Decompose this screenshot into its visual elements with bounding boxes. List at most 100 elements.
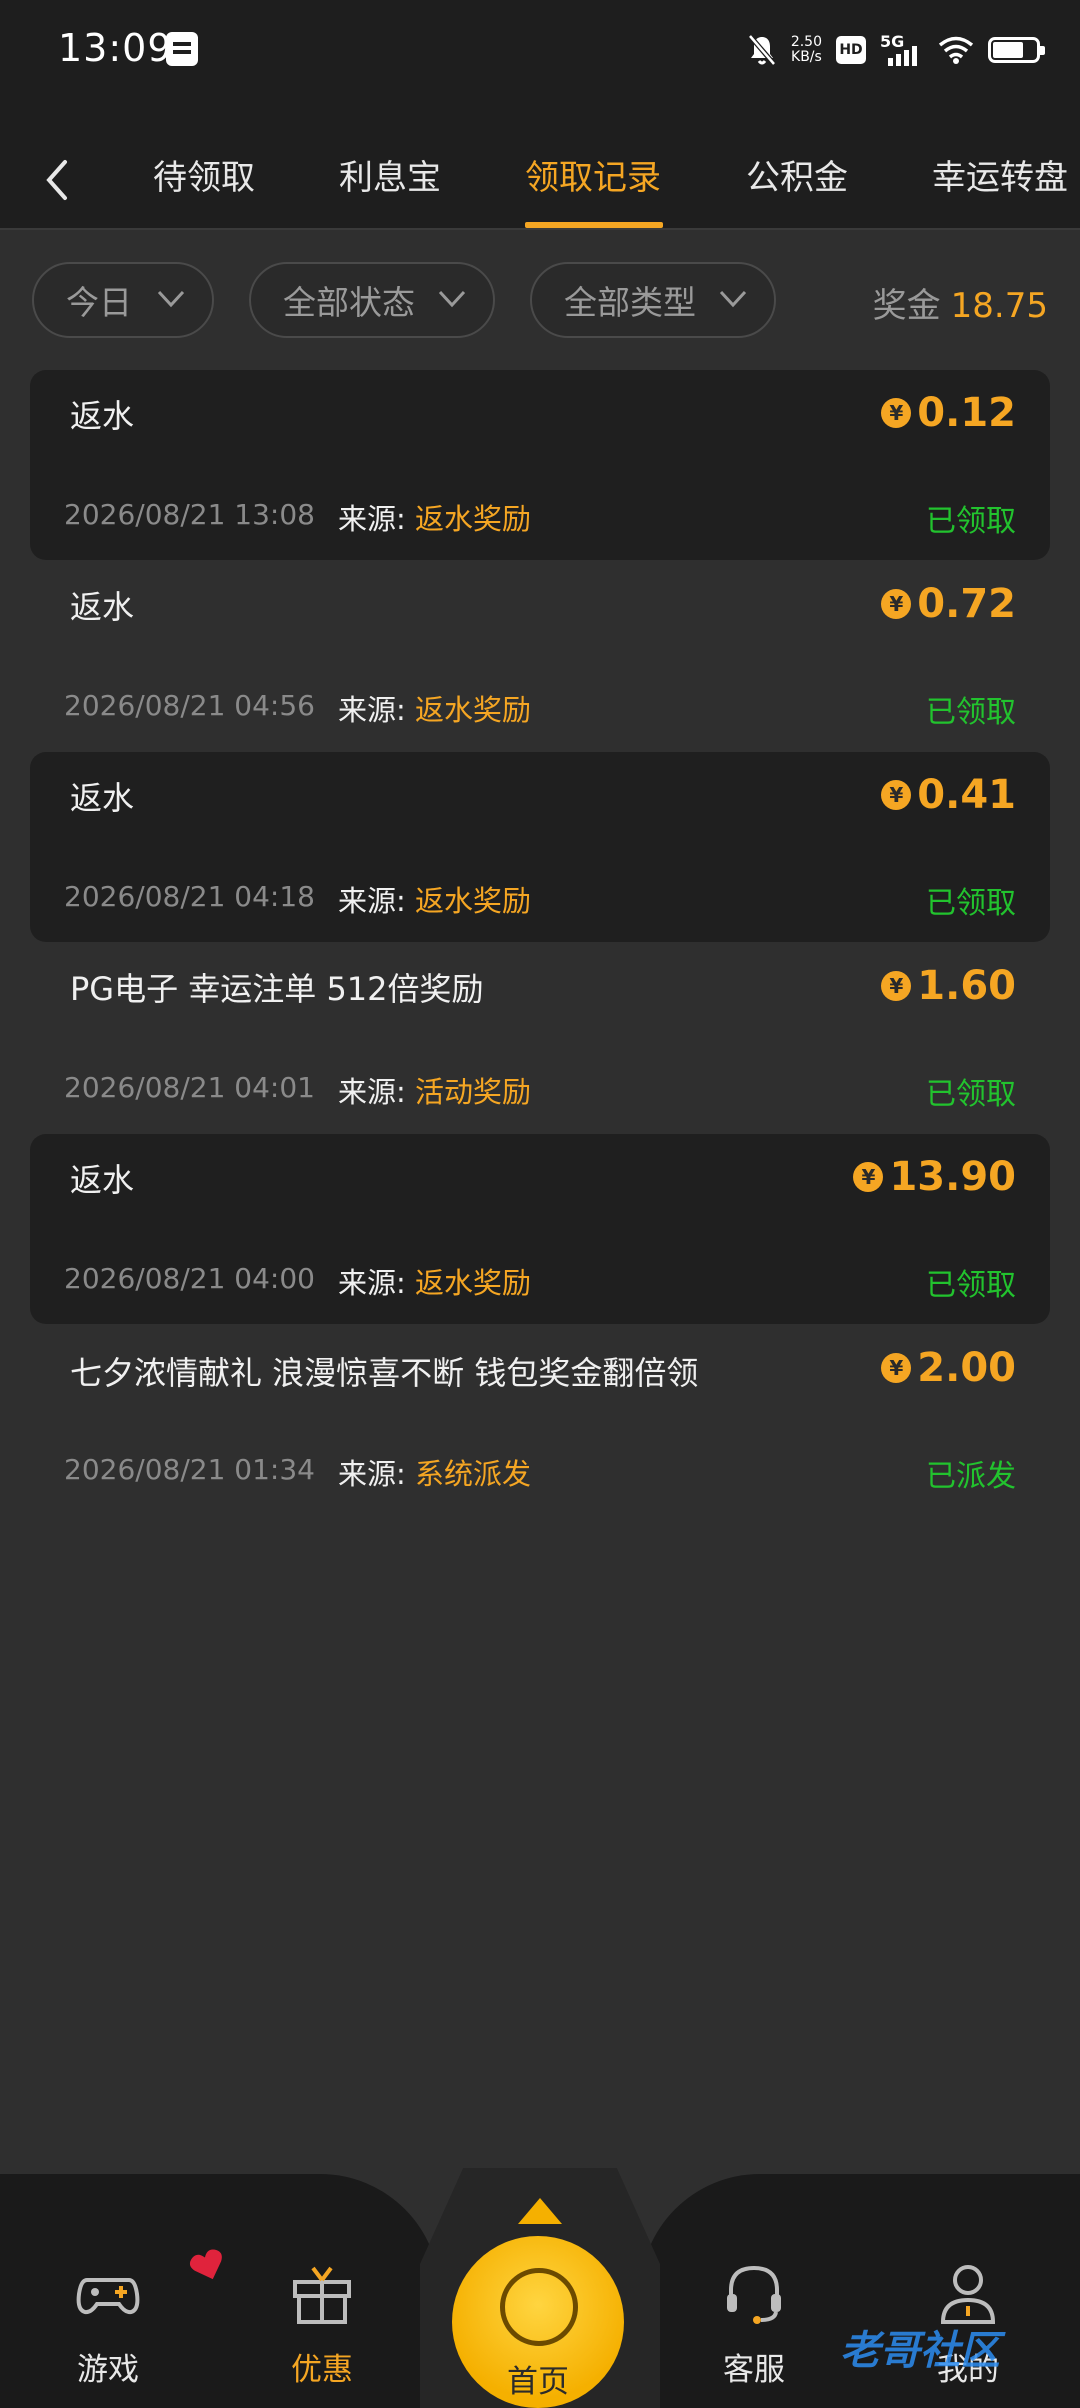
nav-games-label: 游戏 (77, 2352, 139, 2388)
record-item[interactable]: 返水 ¥0.12 2026/08/21 13:08 来源: 返水奖励 已领取 (30, 370, 1050, 560)
record-title: 返水 (70, 1161, 135, 1199)
record-item[interactable]: PG电子 幸运注单 512倍奖励 ¥1.60 2026/08/21 04:01 … (30, 943, 1050, 1133)
record-date: 2026/08/21 04:01 (64, 1071, 315, 1104)
source-label: 来源: (338, 1457, 406, 1491)
status-filter[interactable]: 全部状态 (249, 262, 495, 338)
active-tab-indicator (525, 222, 663, 228)
bell-muted-icon (747, 34, 776, 66)
record-amount: ¥0.41 (881, 772, 1016, 818)
status-icons: 2.50 KB/s HD 5G (747, 28, 1045, 72)
watermark: 老哥社区 (840, 2328, 1000, 2374)
source-value: 返水奖励 (415, 502, 532, 536)
record-source: 来源: 活动奖励 (338, 1069, 531, 1111)
record-date: 2026/08/21 04:56 (64, 689, 315, 722)
hd-icon: HD (836, 36, 866, 64)
sim-icon (166, 32, 198, 66)
chevron-left-icon (46, 160, 67, 200)
source-value: 系统派发 (415, 1457, 532, 1491)
record-amount-value: 13.90 (889, 1154, 1016, 1200)
type-filter[interactable]: 全部类型 (530, 262, 776, 338)
record-amount: ¥0.12 (881, 390, 1016, 436)
date-filter-label: 今日 (66, 283, 132, 322)
chevron-down-icon (719, 290, 747, 308)
record-amount-value: 1.60 (917, 963, 1016, 1009)
source-value: 活动奖励 (415, 1075, 532, 1109)
source-value: 返水奖励 (415, 884, 532, 918)
record-amount: ¥13.90 (853, 1154, 1016, 1200)
record-amount: ¥2.00 (881, 1345, 1016, 1391)
source-label: 来源: (338, 1266, 406, 1300)
record-status: 已领取 (926, 1268, 1016, 1303)
gift-icon (293, 2266, 351, 2324)
record-status: 已领取 (926, 886, 1016, 921)
record-date: 2026/08/21 13:08 (64, 498, 315, 531)
tab-lucky-wheel[interactable]: 幸运转盘 (932, 150, 1068, 199)
record-status: 已派发 (926, 1459, 1016, 1494)
tab-pending[interactable]: 待领取 (153, 150, 255, 199)
date-filter[interactable]: 今日 (32, 262, 214, 338)
nav-games[interactable]: 游戏 (48, 2258, 168, 2389)
source-label: 来源: (338, 1075, 406, 1109)
record-title: 返水 (70, 779, 135, 817)
net-speed: 2.50 KB/s (791, 35, 822, 65)
tab-interest[interactable]: 利息宝 (339, 150, 441, 199)
bonus-value: 18.75 (950, 286, 1048, 326)
yuan-coin-icon: ¥ (853, 1162, 884, 1192)
record-status: 已领取 (926, 695, 1016, 730)
record-date: 2026/08/21 04:18 (64, 880, 315, 913)
tab-nav: 待领取 利息宝 领取记录 公积金 幸运转盘 (0, 130, 1080, 230)
gamepad-icon (76, 2278, 140, 2315)
record-date: 2026/08/21 04:00 (64, 1262, 315, 1295)
source-label: 来源: (338, 884, 406, 918)
bonus-total: 奖金 18.75 (873, 278, 1048, 327)
source-value: 返水奖励 (415, 1266, 532, 1300)
chevron-down-icon (438, 290, 466, 308)
yuan-coin-icon: ¥ (881, 780, 912, 810)
record-item[interactable]: 返水 ¥0.41 2026/08/21 04:18 来源: 返水奖励 已领取 (30, 752, 1050, 942)
wifi-icon (938, 36, 974, 64)
tab-fund[interactable]: 公积金 (746, 150, 848, 199)
net-speed-value: 2.50 (790, 34, 822, 50)
record-amount-value: 0.41 (917, 772, 1016, 818)
source-label: 来源: (338, 502, 406, 536)
record-item[interactable]: 返水 ¥0.72 2026/08/21 04:56 来源: 返水奖励 已领取 (30, 561, 1050, 751)
record-item[interactable]: 七夕浓情献礼 浪漫惊喜不断 钱包奖金翻倍领 ¥2.00 2026/08/21 0… (30, 1325, 1050, 1515)
nav-service[interactable]: 客服 (694, 2258, 814, 2389)
back-button[interactable] (36, 150, 76, 210)
record-amount-value: 0.72 (917, 581, 1016, 627)
record-title: 七夕浓情献礼 浪漫惊喜不断 钱包奖金翻倍领 (70, 1354, 699, 1392)
record-status: 已领取 (926, 504, 1016, 539)
status-bar: 13:09 2.50 KB/s HD 5G (0, 0, 1080, 100)
yuan-coin-icon: ¥ (881, 971, 912, 1001)
record-source: 来源: 返水奖励 (338, 496, 531, 538)
record-title: 返水 (70, 397, 135, 435)
type-filter-label: 全部类型 (564, 283, 696, 322)
top-bar: 13:09 2.50 KB/s HD 5G 待领取 利息宝 领取记录 公积金 幸… (0, 0, 1080, 230)
status-time: 13:09 (58, 26, 173, 70)
record-title: 返水 (70, 588, 135, 626)
nav-promo-label: 优惠 (291, 2352, 353, 2388)
tab-records[interactable]: 领取记录 (525, 150, 661, 199)
headset-icon (727, 2265, 781, 2324)
chevron-down-icon (157, 290, 185, 308)
record-status: 已领取 (926, 1077, 1016, 1112)
record-source: 来源: 返水奖励 (338, 878, 531, 920)
arrow-up-icon (518, 2198, 562, 2224)
record-amount-value: 2.00 (917, 1345, 1016, 1391)
nav-promo[interactable]: 优惠 (262, 2258, 382, 2389)
record-amount: ¥1.60 (881, 963, 1016, 1009)
battery-icon (988, 37, 1045, 63)
filter-row: 今日 全部状态 全部类型 奖金 18.75 (0, 262, 1080, 340)
record-title: PG电子 幸运注单 512倍奖励 (70, 970, 484, 1008)
source-value: 返水奖励 (415, 693, 532, 727)
source-label: 来源: (338, 693, 406, 727)
status-filter-label: 全部状态 (283, 283, 415, 322)
nav-home-label: 首页 (507, 2364, 569, 2400)
record-item[interactable]: 返水 ¥13.90 2026/08/21 04:00 来源: 返水奖励 已领取 (30, 1134, 1050, 1324)
record-source: 来源: 返水奖励 (338, 1260, 531, 1302)
yuan-coin-icon: ¥ (881, 1353, 912, 1383)
yuan-coin-icon: ¥ (881, 398, 912, 428)
record-source: 来源: 返水奖励 (338, 687, 531, 729)
record-date: 2026/08/21 01:34 (64, 1453, 315, 1486)
net-speed-unit: KB/s (791, 49, 822, 65)
